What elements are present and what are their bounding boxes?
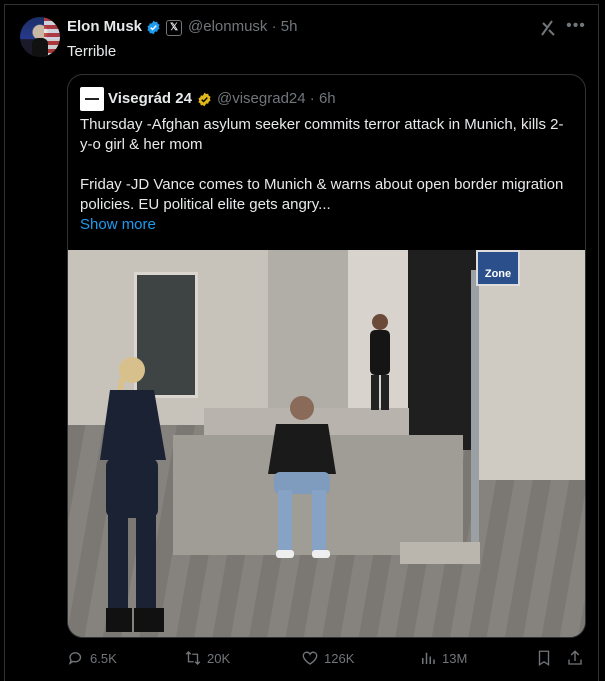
views-count: 13M: [442, 650, 468, 666]
more-icon[interactable]: •••: [566, 18, 586, 38]
grok-icon[interactable]: [538, 18, 558, 38]
repost-icon: [185, 651, 201, 665]
share-button[interactable]: [566, 649, 584, 667]
quote-photo[interactable]: Zone: [68, 250, 585, 637]
bookmark-button[interactable]: [535, 649, 553, 667]
photo-sign: Zone: [476, 250, 520, 286]
show-more-link[interactable]: Show more: [80, 215, 575, 235]
post-time[interactable]: 5h: [281, 18, 298, 35]
quote-line-2: Friday -JD Vance comes to Munich & warns…: [80, 176, 564, 213]
share-icon: [568, 650, 582, 665]
author-handle[interactable]: @elonmusk: [188, 18, 267, 35]
author-name[interactable]: Elon Musk: [67, 18, 142, 35]
views-button[interactable]: 13M: [419, 649, 467, 667]
x-affiliate-icon: 𝕏: [166, 20, 182, 36]
quote-line-1: Thursday -Afghan asylum seeker commits t…: [80, 116, 564, 153]
like-icon: [302, 651, 318, 665]
meta-separator: ·: [271, 18, 277, 35]
quote-text: Thursday -Afghan asylum seeker commits t…: [80, 115, 575, 235]
views-icon: [422, 652, 435, 664]
bookmark-icon: [538, 650, 550, 667]
repost-button[interactable]: 20K: [184, 649, 230, 667]
repost-count: 20K: [207, 650, 231, 666]
quoted-post[interactable]: Visegrád 24 @visegrad24 · 6h Thursday -A…: [67, 74, 586, 638]
avatar[interactable]: [20, 17, 60, 57]
verified-badge-icon: [147, 20, 160, 35]
meta-separator: ·: [309, 90, 315, 107]
quote-author-handle[interactable]: @visegrad24: [217, 90, 306, 107]
reply-button[interactable]: 6.5K: [67, 649, 117, 667]
reply-count: 6.5K: [90, 650, 117, 666]
reply-icon: [68, 652, 82, 665]
verified-badge-icon: [198, 92, 211, 107]
action-bar: 6.5K 20K 126K 13M: [67, 649, 587, 671]
quote-avatar[interactable]: [80, 87, 104, 111]
quote-meta: @visegrad24 · 6h: [217, 90, 336, 107]
post-meta: @elonmusk · 5h: [188, 18, 297, 35]
like-count: 126K: [324, 650, 355, 666]
post-text: Terrible: [67, 43, 117, 60]
like-button[interactable]: 126K: [301, 649, 354, 667]
quote-time[interactable]: 6h: [319, 90, 336, 107]
quote-author-name[interactable]: Visegrád 24: [108, 90, 192, 107]
